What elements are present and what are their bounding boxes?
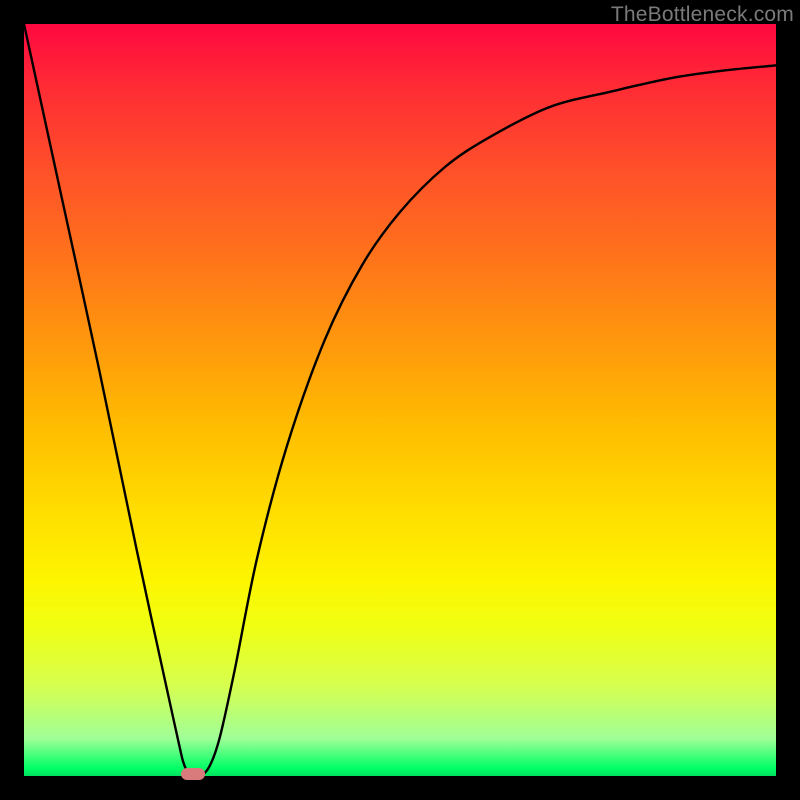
optimal-marker: [181, 768, 205, 780]
plot-area: [24, 24, 776, 776]
chart-container: TheBottleneck.com: [0, 0, 800, 800]
curve-svg: [24, 24, 776, 776]
bottleneck-curve: [24, 24, 776, 776]
